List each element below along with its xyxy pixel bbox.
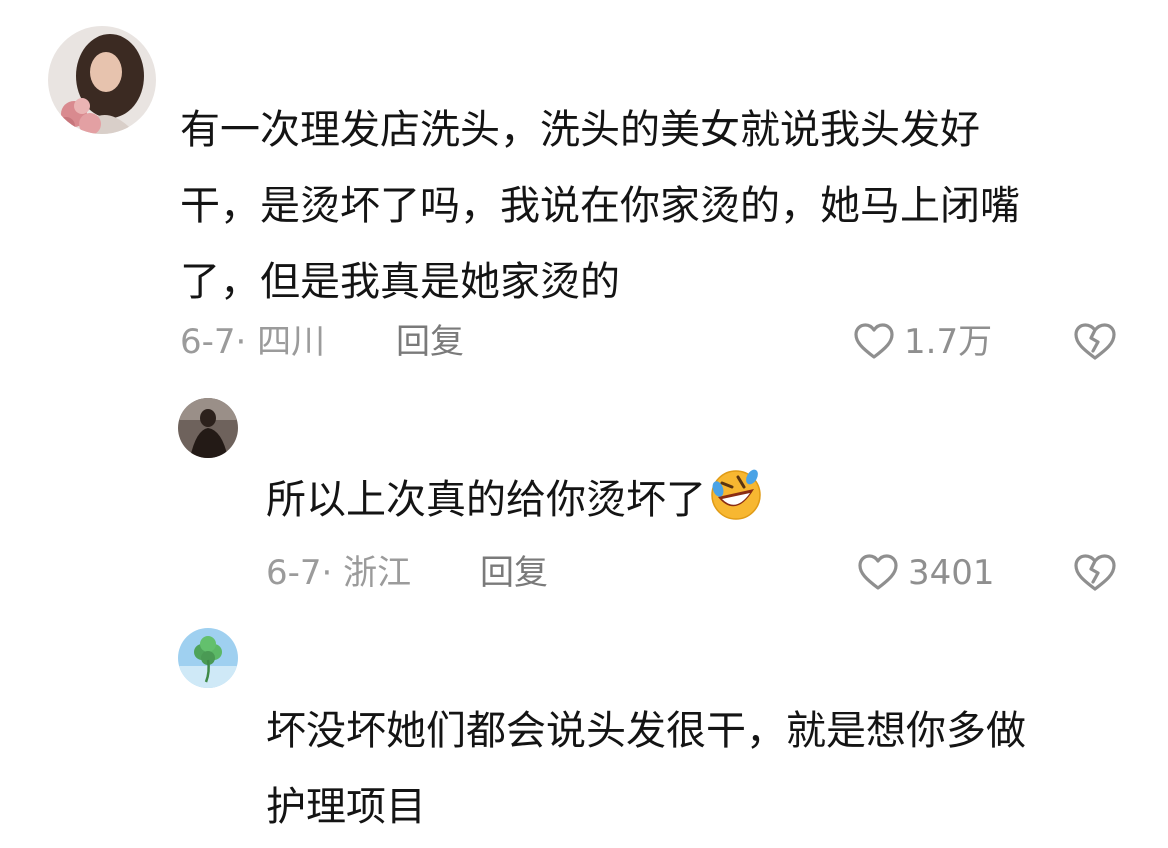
comment-line: 所以上次真的给你烫坏了 (266, 462, 764, 538)
reply-button[interactable]: 回复 (480, 553, 548, 593)
broken-heart-icon (1074, 323, 1116, 360)
comment-line: 有一次理发店洗头，洗头的美女就说我头发好 (180, 107, 980, 153)
like-count: 3401 (908, 553, 995, 593)
comment-line: 坏没坏她们都会说头发很干，就是想你多做 (266, 708, 1026, 754)
comment-line-text: 所以上次真的给你烫坏了 (266, 477, 706, 523)
comment-date-location: 6-7· 四川 (180, 322, 326, 362)
dislike-button[interactable] (1072, 550, 1118, 596)
comment-line: 干，是烫坏了吗，我说在你家烫的，她马上闭嘴 (180, 183, 1020, 229)
comment-line: 护理项目 (266, 784, 426, 830)
rolling-on-floor-laughing-emoji-icon (708, 467, 764, 523)
heart-icon (856, 551, 900, 595)
comment-line: 了，但是我真是她家烫的 (180, 259, 620, 305)
comment-text: 有一次理发店洗头，洗头的美女就说我头发好 干，是烫坏了吗，我说在你家烫的，她马上… (180, 92, 1020, 320)
broken-heart-icon (1074, 554, 1116, 591)
avatar-dark-figure[interactable] (178, 398, 238, 458)
like-button[interactable]: 1.7万 (852, 320, 992, 364)
avatar-woman-with-roses[interactable] (48, 26, 156, 134)
comment-text: 所以上次真的给你烫坏了 (266, 462, 764, 538)
comment-date-location: 6-7· 浙江 (266, 553, 412, 593)
like-button[interactable]: 3401 (856, 551, 995, 595)
heart-icon (852, 320, 896, 364)
avatar-clover-sky[interactable] (178, 628, 238, 688)
like-count: 1.7万 (904, 322, 993, 362)
dislike-button[interactable] (1072, 319, 1118, 365)
comment-text: 坏没坏她们都会说头发很干，就是想你多做 护理项目 (266, 693, 1026, 845)
reply-button[interactable]: 回复 (396, 322, 464, 362)
